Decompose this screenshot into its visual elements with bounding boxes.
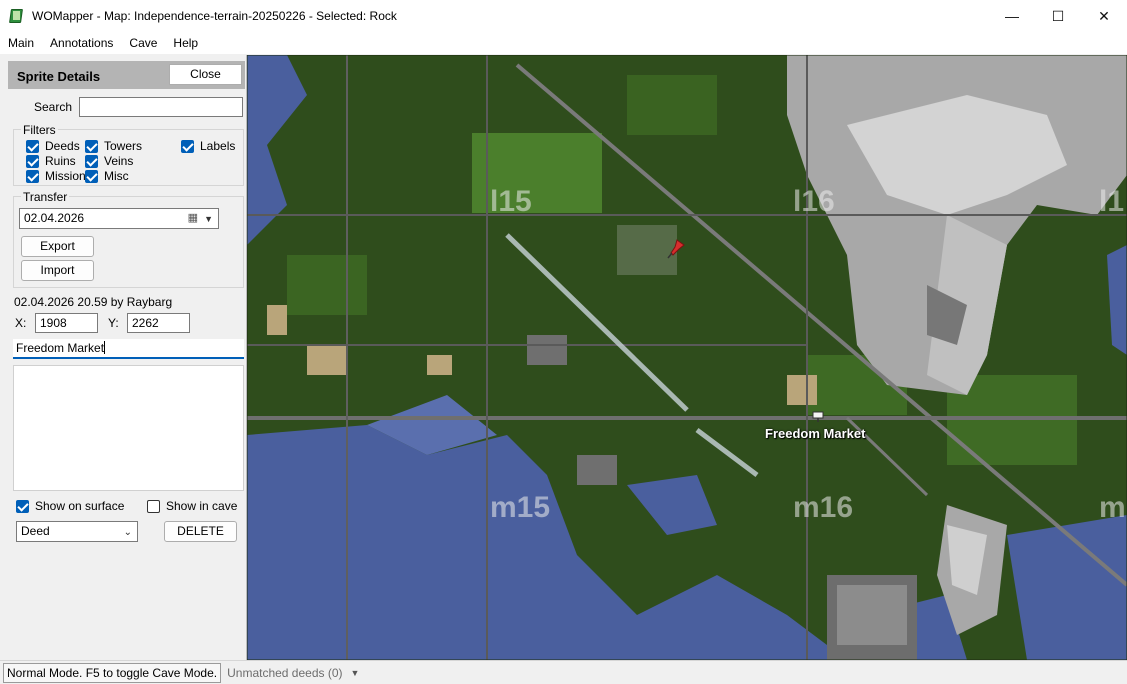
chevron-down-icon: ▼ (350, 667, 360, 678)
maximize-button[interactable]: ☐ (1035, 0, 1081, 32)
delete-button[interactable]: DELETE (164, 521, 237, 542)
status-bar: Normal Mode. F5 to toggle Cave Mode. Unm… (0, 660, 1127, 684)
menu-main[interactable]: Main (0, 32, 42, 54)
filter-misc-checkbox[interactable]: Misc (85, 169, 129, 183)
terrain-map[interactable] (247, 55, 1127, 660)
y-coordinate-input[interactable]: 2262 (127, 313, 190, 333)
checkbox-checked-icon (26, 169, 39, 183)
text-caret (104, 341, 106, 354)
sprite-name-input[interactable]: Freedom Market (13, 339, 244, 359)
show-in-cave-checkbox[interactable]: Show in cave (147, 499, 237, 513)
filter-ruins-checkbox[interactable]: Ruins (26, 154, 76, 168)
menu-annotations[interactable]: Annotations (42, 32, 121, 54)
unmatched-deeds-dropdown[interactable]: Unmatched deeds (0) ▼ (227, 666, 359, 680)
sprite-info-text: 02.04.2026 20.59 by Raybarg (14, 295, 173, 309)
grid-label-m-edge: m (1099, 491, 1126, 524)
filter-towers-label: Towers (104, 139, 143, 153)
grid-label-m15: m15 (490, 491, 551, 524)
close-icon: ✕ (1098, 7, 1110, 24)
transfer-date-picker[interactable]: 02.04.2026 ▦ ▼ (19, 208, 219, 229)
checkbox-checked-icon (26, 139, 39, 153)
transfer-date-value: 02.04.2026 (24, 211, 85, 225)
sprite-type-value: Deed (21, 524, 50, 538)
menu-cave[interactable]: Cave (121, 32, 165, 54)
search-label: Search (34, 100, 73, 114)
window-controls: — ☐ ✕ (989, 0, 1127, 32)
calendar-icon[interactable]: ▦ (188, 211, 198, 226)
grid-label-l15: l15 (490, 185, 532, 218)
checkbox-unchecked-icon (147, 499, 160, 513)
checkbox-checked-icon (26, 154, 39, 168)
minimize-icon: — (1005, 8, 1019, 24)
filter-veins-checkbox[interactable]: Veins (85, 154, 133, 168)
checkbox-checked-icon (85, 139, 98, 153)
close-window-button[interactable]: ✕ (1081, 0, 1127, 32)
freedom-market-label[interactable]: Freedom Market (765, 426, 865, 441)
checkbox-checked-icon (85, 169, 98, 183)
map-view[interactable]: l15 l16 l1 m15 m16 m Freedom Market (247, 55, 1127, 660)
title-bar: WOMapper - Map: Independence-terrain-202… (0, 0, 1127, 32)
filter-labels-label: Labels (200, 139, 236, 153)
grid-label-l-edge: l1 (1099, 185, 1125, 218)
filters-legend: Filters (21, 123, 58, 137)
deed-sign-icon[interactable] (812, 410, 824, 422)
menu-bar: Main Annotations Cave Help (0, 32, 1127, 54)
maximize-icon: ☐ (1051, 7, 1065, 24)
sprite-type-select[interactable]: Deed ⌄ (16, 521, 138, 542)
filter-veins-label: Veins (104, 154, 134, 168)
filter-mission-checkbox[interactable]: Mission (26, 169, 86, 183)
y-label: Y: (108, 316, 119, 330)
checkbox-checked-icon (16, 499, 29, 513)
checkbox-checked-icon (85, 154, 98, 168)
export-button[interactable]: Export (21, 236, 94, 257)
transfer-legend: Transfer (21, 190, 70, 204)
minimize-button[interactable]: — (989, 0, 1035, 32)
show-in-cave-label: Show in cave (166, 499, 238, 513)
panel-title: Sprite Details (17, 69, 101, 84)
filter-misc-label: Misc (104, 169, 129, 183)
filter-labels-checkbox[interactable]: Labels (181, 139, 235, 153)
grid-label-m16: m16 (793, 491, 854, 524)
show-on-surface-label: Show on surface (35, 499, 125, 513)
window-title: WOMapper - Map: Independence-terrain-202… (32, 9, 397, 23)
mode-status: Normal Mode. F5 to toggle Cave Mode. (3, 662, 222, 683)
search-input[interactable] (79, 97, 243, 117)
x-label: X: (15, 316, 27, 330)
close-panel-button[interactable]: Close (169, 64, 242, 85)
menu-help[interactable]: Help (165, 32, 206, 54)
x-coordinate-input[interactable]: 1908 (35, 313, 98, 333)
panel-header: Sprite Details Close (8, 61, 245, 89)
import-button[interactable]: Import (21, 260, 94, 281)
filter-ruins-label: Ruins (45, 154, 76, 168)
checkbox-checked-icon (181, 139, 194, 153)
chevron-down-icon: ▼ (204, 214, 213, 224)
red-pin-icon[interactable] (667, 239, 685, 259)
filter-deeds-checkbox[interactable]: Deeds (26, 139, 80, 153)
sprite-details-panel: Sprite Details Close Search Filters Deed… (0, 55, 247, 660)
unmatched-deeds-label: Unmatched deeds (0) (227, 665, 343, 680)
filter-deeds-label: Deeds (45, 139, 80, 153)
show-on-surface-checkbox[interactable]: Show on surface (16, 499, 124, 513)
sprite-description-textarea[interactable] (13, 365, 244, 491)
sprite-name-value: Freedom Market (16, 341, 105, 355)
grid-label-l16: l16 (793, 185, 835, 218)
filter-towers-checkbox[interactable]: Towers (85, 139, 142, 153)
filter-mission-label: Mission (45, 169, 86, 183)
chevron-down-icon: ⌄ (123, 527, 132, 538)
app-book-icon (8, 8, 24, 24)
